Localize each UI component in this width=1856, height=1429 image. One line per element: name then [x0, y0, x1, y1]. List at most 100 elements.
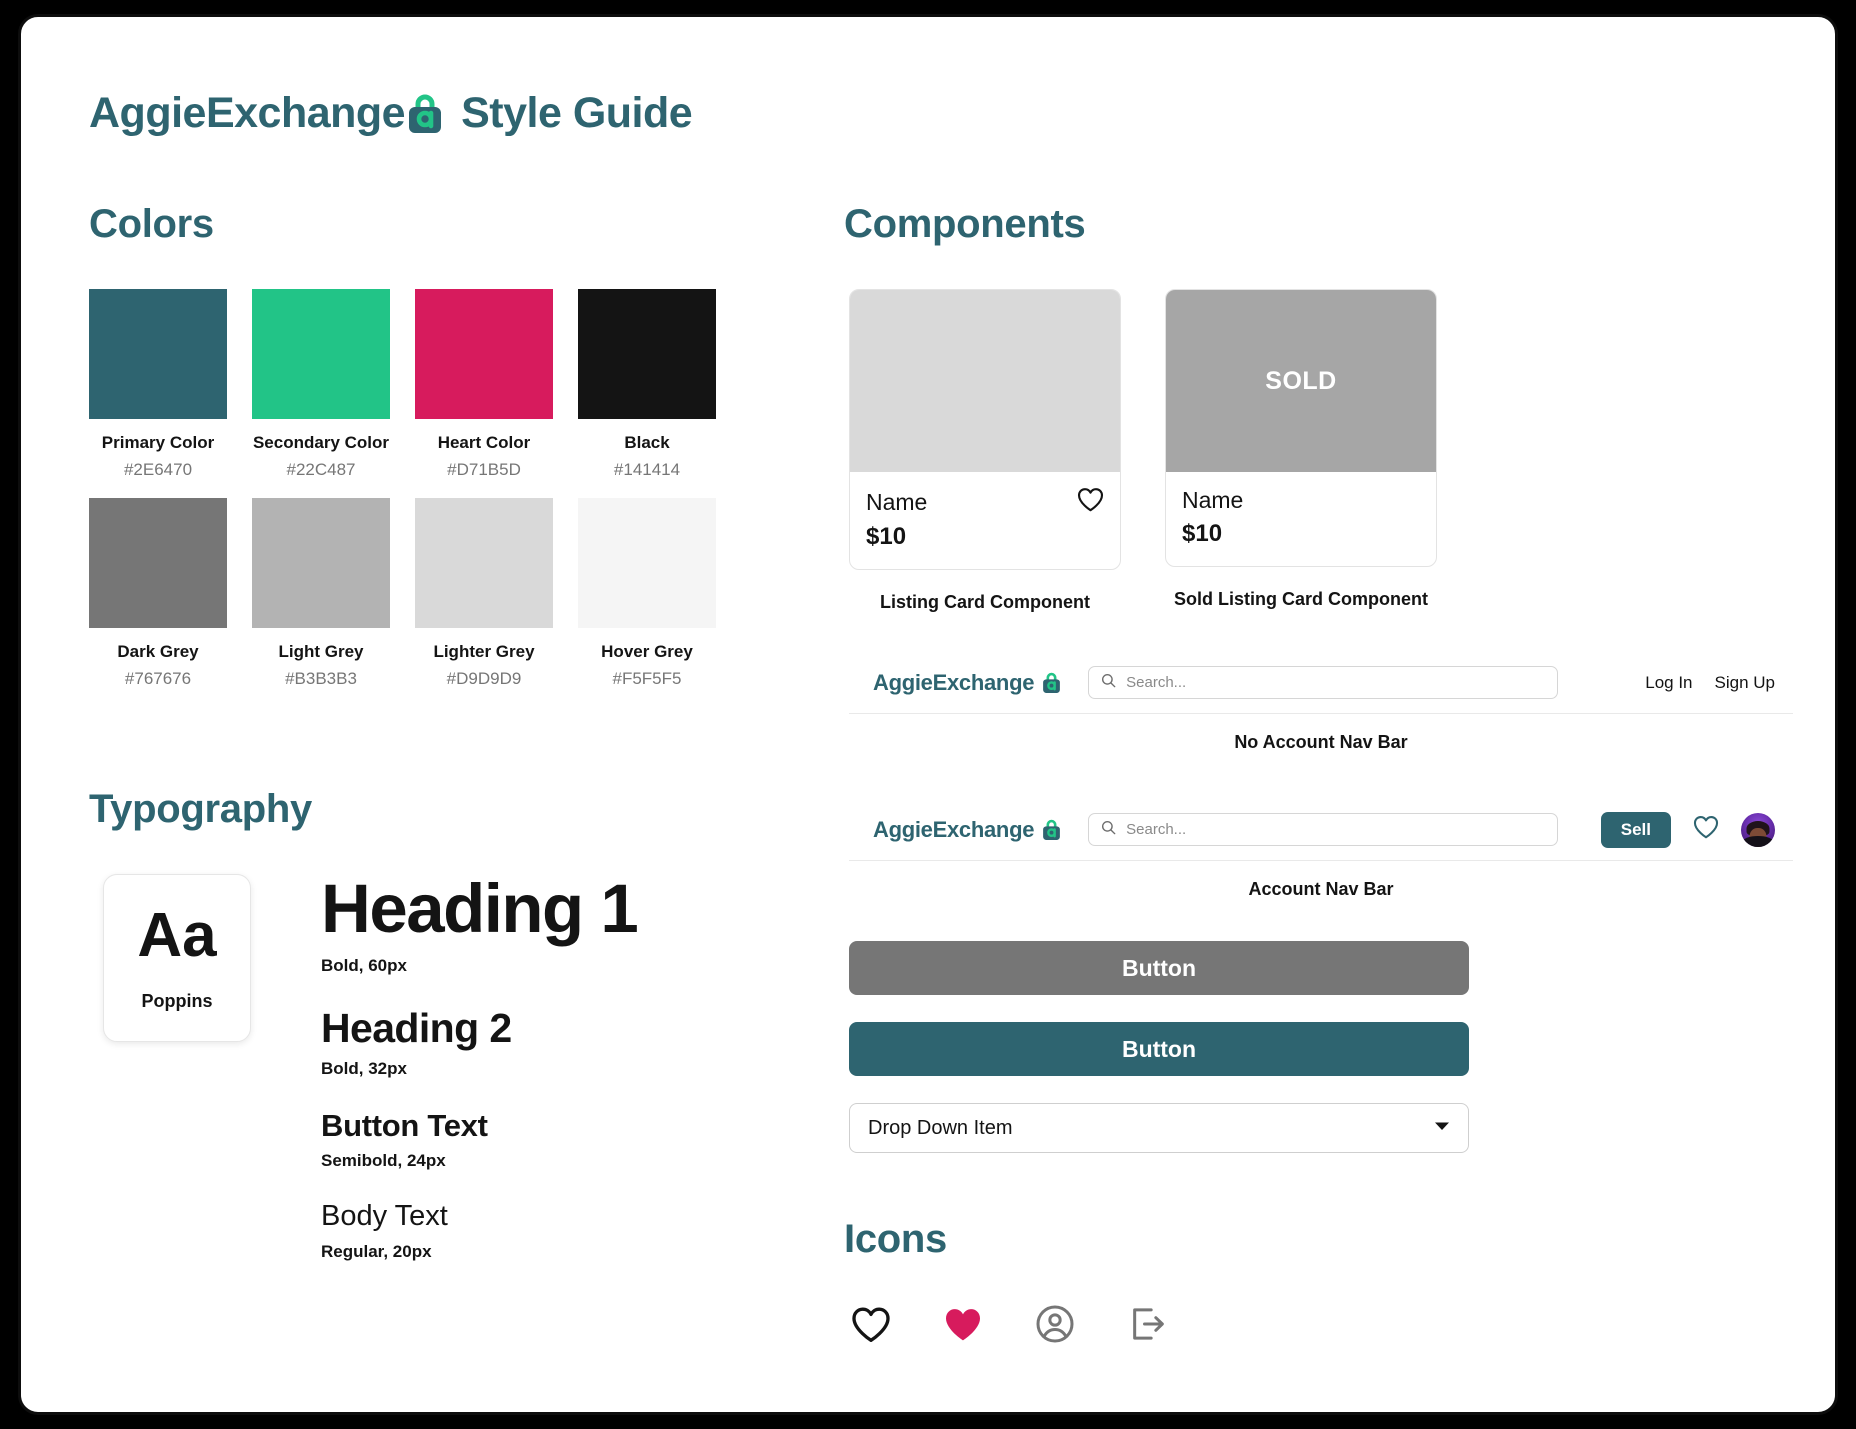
account-circle-icon[interactable] — [1033, 1302, 1077, 1346]
section-heading-colors: Colors — [89, 202, 214, 246]
account-navbar: AggieExchange Search... Sell — [849, 799, 1793, 861]
aggieexchange-logo-icon — [1041, 672, 1062, 694]
sell-button[interactable]: Sell — [1600, 811, 1671, 848]
color-swatch-name: Lighter Grey — [433, 642, 535, 661]
typography-specimen: Heading 1 Bold, 60px — [321, 870, 751, 976]
avatar[interactable] — [1741, 812, 1775, 847]
color-swatch-box — [252, 289, 390, 419]
page-title: AggieExchange Style Guide — [89, 89, 693, 138]
no-account-navbar: AggieExchange Search... Log In Sign Up — [849, 652, 1793, 714]
dropdown-select[interactable]: Drop Down Item — [849, 1103, 1469, 1153]
heart-outline-icon[interactable] — [1077, 487, 1104, 517]
page-title-brand: AggieExchange — [89, 89, 406, 137]
color-swatch-name: Heart Color — [437, 433, 531, 452]
sold-listing-card-price: $10 — [1182, 520, 1223, 547]
section-heading-components: Components — [844, 202, 1086, 246]
account-navbar-example: AggieExchange Search... Sell Account Nav… — [849, 799, 1793, 900]
navbar-logo[interactable]: AggieExchange — [873, 670, 1062, 696]
search-icon — [1101, 820, 1116, 840]
sign-up-link[interactable]: Sign Up — [1715, 673, 1775, 693]
aggieexchange-logo-icon — [405, 93, 445, 135]
color-swatch: Black #141414 — [578, 289, 716, 480]
color-swatch-hex: #767676 — [124, 669, 192, 688]
color-swatch-box — [415, 498, 553, 628]
listing-cards-row: Name $10 Listing Card Component SOLD Nam… — [849, 289, 1437, 613]
color-swatch: Light Grey #B3B3B3 — [252, 498, 390, 689]
sold-listing-card[interactable]: SOLD Name $10 — [1165, 289, 1437, 567]
color-swatch-hex: #D71B5D — [447, 460, 521, 479]
specimen-meta: Semibold, 24px — [321, 1151, 446, 1171]
color-swatch-hex: #2E6470 — [123, 460, 193, 479]
sold-listing-card-name: Name — [1182, 487, 1244, 513]
color-swatch-name: Secondary Color — [252, 433, 390, 452]
logout-icon[interactable] — [1125, 1302, 1169, 1346]
heart-outline-icon[interactable] — [1693, 815, 1719, 844]
icon-specimen-row — [849, 1302, 1169, 1346]
navbar-logo[interactable]: AggieExchange — [873, 817, 1062, 843]
typography-specimen-list: Heading 1 Bold, 60px Heading 2 Bold, 32p… — [321, 870, 751, 1270]
color-swatch-hex: #22C487 — [286, 460, 356, 479]
sold-badge: SOLD — [1265, 366, 1337, 395]
listing-card-name-row: Name — [866, 487, 1104, 517]
listing-card[interactable]: Name $10 — [849, 289, 1121, 570]
section-heading-icons: Icons — [844, 1217, 947, 1261]
color-swatch-hex: #141414 — [613, 460, 681, 479]
navbar-actions: Sell — [1600, 811, 1775, 848]
font-family-card: Aa Poppins — [103, 874, 251, 1042]
dropdown-selected-value: Drop Down Item — [868, 1116, 1013, 1139]
specimen-sample: Button Text — [321, 1107, 488, 1143]
sold-listing-card-example: SOLD Name $10 Sold Listing Card Componen… — [1165, 289, 1437, 613]
sold-listing-card-image-placeholder: SOLD — [1166, 290, 1436, 472]
color-swatch-name: Black — [624, 433, 670, 452]
specimen-sample: Body Text — [321, 1200, 448, 1233]
avatar-shirt — [1743, 835, 1773, 847]
search-placeholder: Search... — [1126, 674, 1187, 691]
color-swatch: Lighter Grey #D9D9D9 — [415, 498, 553, 689]
font-sample-aa: Aa — [137, 900, 217, 970]
search-input[interactable]: Search... — [1088, 813, 1559, 846]
color-swatch-name: Light Grey — [278, 642, 364, 661]
color-swatch-hex: #F5F5F5 — [612, 669, 682, 688]
color-swatch-name: Primary Color — [101, 433, 215, 452]
navbar-logo-text: AggieExchange — [873, 669, 1035, 695]
style-guide-canvas: AggieExchange Style Guide Colors Typogra… — [18, 14, 1838, 1415]
sold-listing-card-caption: Sold Listing Card Component — [1174, 589, 1428, 609]
color-swatch-grid: Primary Color #2E6470 Secondary Color #2… — [89, 289, 739, 689]
typography-specimen: Heading 2 Bold, 32px — [321, 1004, 751, 1079]
color-swatch-box — [578, 498, 716, 628]
section-heading-typography: Typography — [89, 787, 312, 831]
heart-outline-icon[interactable] — [849, 1302, 893, 1346]
specimen-sample: Heading 1 — [321, 870, 639, 947]
color-swatch-hex: #D9D9D9 — [446, 669, 522, 688]
listing-card-caption: Listing Card Component — [880, 592, 1090, 612]
color-swatch: Primary Color #2E6470 — [89, 289, 227, 480]
color-swatch-box — [89, 289, 227, 419]
sold-listing-card-body: Name $10 — [1166, 472, 1436, 566]
listing-card-image-placeholder — [850, 290, 1120, 472]
color-swatch-box — [415, 289, 553, 419]
color-swatch-name: Hover Grey — [601, 642, 693, 661]
color-swatch-box — [252, 498, 390, 628]
search-input[interactable]: Search... — [1088, 666, 1559, 699]
color-swatch: Dark Grey #767676 — [89, 498, 227, 689]
specimen-sample: Heading 2 — [321, 1004, 512, 1051]
typography-specimen: Button Text Semibold, 24px — [321, 1107, 751, 1171]
primary-button[interactable]: Button — [849, 1022, 1469, 1076]
navbar-logo-text: AggieExchange — [873, 816, 1035, 842]
listing-card-name: Name — [866, 488, 928, 515]
typography-specimen: Body Text Regular, 20px — [321, 1200, 751, 1261]
specimen-meta: Bold, 60px — [321, 955, 407, 975]
search-icon — [1101, 673, 1116, 693]
heart-filled-icon[interactable] — [941, 1302, 985, 1346]
aggieexchange-logo-icon — [1041, 819, 1062, 841]
color-swatch-box — [578, 289, 716, 419]
color-swatch: Hover Grey #F5F5F5 — [578, 498, 716, 689]
font-family-name: Poppins — [141, 990, 213, 1011]
color-swatch: Heart Color #D71B5D — [415, 289, 553, 480]
color-swatch: Secondary Color #22C487 — [252, 289, 390, 480]
listing-card-example: Name $10 Listing Card Component — [849, 289, 1121, 613]
secondary-button[interactable]: Button — [849, 941, 1469, 995]
search-placeholder: Search... — [1126, 821, 1187, 838]
color-swatch-name: Dark Grey — [117, 642, 199, 661]
log-in-link[interactable]: Log In — [1645, 673, 1692, 693]
